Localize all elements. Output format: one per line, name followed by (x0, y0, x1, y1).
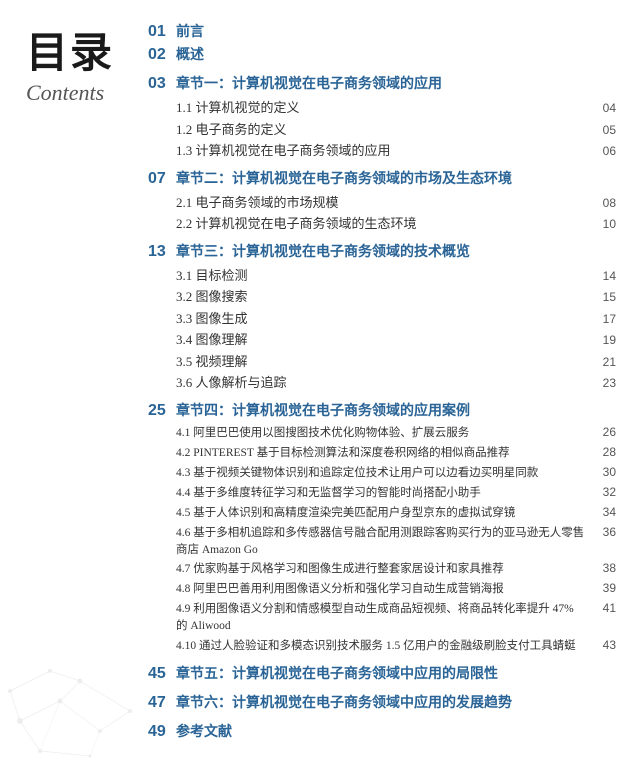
toc-sub-text: 4.1 阿里巴巴使用以图搜图技术优化购物体验、扩展云服务 (176, 425, 588, 442)
toc-item-1-2: 1.2 电子商务的定义 05 (148, 120, 616, 140)
toc-page: 23 (588, 376, 616, 390)
toc-item-3-2: 3.2 图像搜索 15 (148, 287, 616, 307)
toc-item-4-1: 4.1 阿里巴巴使用以图搜图技术优化购物体验、扩展云服务 26 (148, 425, 616, 443)
toc-num-02: 02 (148, 46, 176, 64)
toc-sub-text: 3.6 人像解析与追踪 (176, 373, 588, 393)
toc-item-02: 02 概述 (148, 45, 616, 66)
toc-page: 14 (588, 269, 616, 283)
toc-text-01: 前言 (176, 22, 616, 43)
toc-text-47: 章节六：计算机视觉在电子商务领域中应用的发展趋势 (176, 693, 616, 714)
toc-item-1-1: 1.1 计算机视觉的定义 04 (148, 98, 616, 118)
toc-item-4-4: 4.4 基于多维度转征学习和无监督学习的智能时尚搭配小助手 32 (148, 485, 616, 503)
toc-sub-text: 4.8 阿里巴巴善用利用图像语义分析和强化学习自动生成营销海报 (176, 581, 588, 598)
toc-item-4-2: 4.2 PINTEREST 基于目标检测算法和深度卷积网络的相似商品推荐 28 (148, 445, 616, 463)
toc-page: 38 (588, 561, 616, 575)
toc-text-07: 章节二：计算机视觉在电子商务领域的市场及生态环境 (176, 169, 616, 190)
toc-text-25: 章节四：计算机视觉在电子商务领域的应用案例 (176, 401, 616, 422)
toc-item-1-3: 1.3 计算机视觉在电子商务领域的应用 06 (148, 141, 616, 161)
toc-sub-text: 3.3 图像生成 (176, 309, 588, 329)
toc-text-13: 章节三：计算机视觉在电子商务领域的技术概览 (176, 242, 616, 263)
decorative-network (0, 561, 160, 761)
toc-sub-text: 1.1 计算机视觉的定义 (176, 98, 588, 118)
toc-sub-text: 3.4 图像理解 (176, 330, 588, 350)
toc-item-49: 49 参考文献 (148, 722, 616, 743)
toc-item-4-9: 4.9 利用图像语义分割和情感模型自动生成商品短视频、将商品转化率提升 47% … (148, 601, 616, 636)
toc-page: 28 (588, 445, 616, 459)
toc-sub-text: 4.10 通过人脸验证和多模态识别技术服务 1.5 亿用户的金融级刷脸支付工具蜻… (176, 638, 588, 655)
toc-page: 10 (588, 217, 616, 231)
toc-num-13: 13 (148, 243, 176, 261)
toc-page: 34 (588, 505, 616, 519)
toc-sub-text: 3.2 图像搜索 (176, 287, 588, 307)
toc-main: 01 前言 02 概述 03 章节一：计算机视觉在电子商务领域的应用 1.1 计… (148, 0, 640, 761)
toc-item-3-3: 3.3 图像生成 17 (148, 309, 616, 329)
toc-page: 26 (588, 425, 616, 439)
toc-item-2-2: 2.2 计算机视觉在电子商务领域的生态环境 10 (148, 214, 616, 234)
toc-sub-text: 4.7 优家购基于风格学习和图像生成进行整套家居设计和家具推荐 (176, 561, 588, 578)
toc-item-4-6: 4.6 基于多相机追踪和多传感器信号融合配用测跟踪客购买行为的亚马逊无人零售商店… (148, 525, 616, 560)
toc-chapter-25: 25 章节四：计算机视觉在电子商务领域的应用案例 (148, 401, 616, 422)
toc-page: 06 (588, 144, 616, 158)
toc-page: 43 (588, 638, 616, 652)
toc-sub-text: 2.1 电子商务领域的市场规模 (176, 193, 588, 213)
toc-item-3-1: 3.1 目标检测 14 (148, 266, 616, 286)
toc-page: 39 (588, 581, 616, 595)
toc-text-03: 章节一：计算机视觉在电子商务领域的应用 (176, 74, 616, 95)
toc-text-02: 概述 (176, 45, 616, 66)
toc-page: 36 (588, 525, 616, 539)
toc-item-4-3: 4.3 基于视频关键物体识别和追踪定位技术让用户可以边看边买明星同款 30 (148, 465, 616, 483)
toc-sub-text: 1.2 电子商务的定义 (176, 120, 588, 140)
toc-item-4-10: 4.10 通过人脸验证和多模态识别技术服务 1.5 亿用户的金融级刷脸支付工具蜻… (148, 638, 616, 656)
toc-page: 08 (588, 196, 616, 210)
toc-page: 19 (588, 333, 616, 347)
toc-sub-text: 3.1 目标检测 (176, 266, 588, 286)
title-english: Contents (26, 80, 148, 106)
page-container: 目录 Contents (0, 0, 640, 761)
toc-chapter-47: 47 章节六：计算机视觉在电子商务领域中应用的发展趋势 (148, 693, 616, 714)
sidebar: 目录 Contents (0, 0, 148, 761)
toc-page: 21 (588, 355, 616, 369)
toc-chapter-45: 45 章节五：计算机视觉在电子商务领域中应用的局限性 (148, 664, 616, 685)
toc-sub-text: 4.3 基于视频关键物体识别和追踪定位技术让用户可以边看边买明星同款 (176, 465, 588, 482)
toc-page: 04 (588, 101, 616, 115)
toc-num-03: 03 (148, 75, 176, 93)
toc-sub-text: 3.5 视频理解 (176, 352, 588, 372)
toc-item-4-5: 4.5 基于人体识别和高精度渲染完美匹配用户身型京东的虚拟试穿镜 34 (148, 505, 616, 523)
toc-item-01: 01 前言 (148, 22, 616, 43)
toc-sub-text: 4.2 PINTEREST 基于目标检测算法和深度卷积网络的相似商品推荐 (176, 445, 588, 462)
toc-num-07: 07 (148, 170, 176, 188)
toc-sub-text: 4.9 利用图像语义分割和情感模型自动生成商品短视频、将商品转化率提升 47% … (176, 601, 588, 636)
toc-sub-text: 4.4 基于多维度转征学习和无监督学习的智能时尚搭配小助手 (176, 485, 588, 502)
toc-page: 05 (588, 123, 616, 137)
toc-sub-text: 4.5 基于人体识别和高精度渲染完美匹配用户身型京东的虚拟试穿镜 (176, 505, 588, 522)
toc-item-2-1: 2.1 电子商务领域的市场规模 08 (148, 193, 616, 213)
toc-chapter-13: 13 章节三：计算机视觉在电子商务领域的技术概览 (148, 242, 616, 263)
toc-text-49: 参考文献 (176, 722, 616, 743)
toc-sub-text: 1.3 计算机视觉在电子商务领域的应用 (176, 141, 588, 161)
toc-text-45: 章节五：计算机视觉在电子商务领域中应用的局限性 (176, 664, 616, 685)
toc-page: 30 (588, 465, 616, 479)
toc-item-4-8: 4.8 阿里巴巴善用利用图像语义分析和强化学习自动生成营销海报 39 (148, 581, 616, 599)
toc-item-3-6: 3.6 人像解析与追踪 23 (148, 373, 616, 393)
toc-sub-text: 2.2 计算机视觉在电子商务领域的生态环境 (176, 214, 588, 234)
toc-page: 15 (588, 290, 616, 304)
toc-item-4-7: 4.7 优家购基于风格学习和图像生成进行整套家居设计和家具推荐 38 (148, 561, 616, 579)
toc-item-3-4: 3.4 图像理解 19 (148, 330, 616, 350)
toc-sub-text: 4.6 基于多相机追踪和多传感器信号融合配用测跟踪客购买行为的亚马逊无人零售商店… (176, 525, 588, 560)
toc-chapter-03: 03 章节一：计算机视觉在电子商务领域的应用 (148, 74, 616, 95)
toc-item-3-5: 3.5 视频理解 21 (148, 352, 616, 372)
title-chinese: 目录 (26, 30, 148, 76)
toc-chapter-07: 07 章节二：计算机视觉在电子商务领域的市场及生态环境 (148, 169, 616, 190)
toc-page: 41 (588, 601, 616, 615)
toc-num-01: 01 (148, 23, 176, 41)
toc-num-25: 25 (148, 402, 176, 420)
toc-page: 32 (588, 485, 616, 499)
toc-page: 17 (588, 312, 616, 326)
